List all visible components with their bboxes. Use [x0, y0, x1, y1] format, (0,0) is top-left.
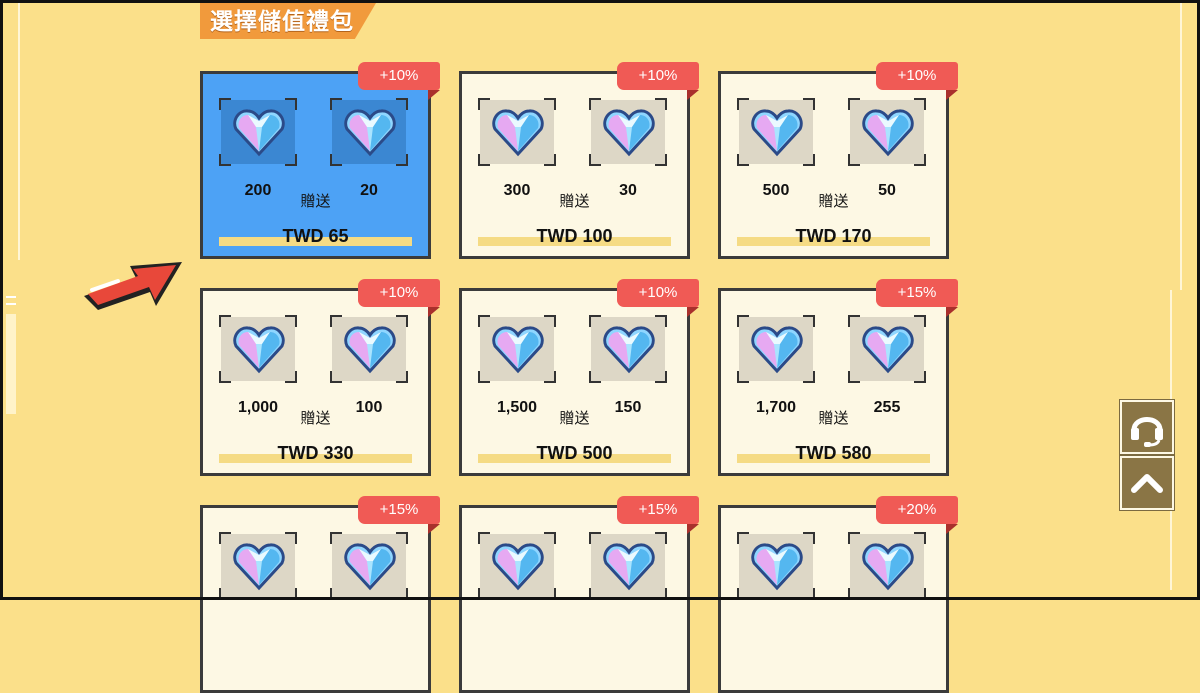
deco-left-bar — [6, 314, 16, 414]
package-card[interactable]: +20% — [718, 496, 958, 693]
gem-slot — [219, 532, 297, 600]
bonus-badge-fold — [946, 307, 958, 317]
scroll-top-button[interactable] — [1120, 456, 1174, 510]
gem-slot — [219, 98, 297, 166]
bonus-amount: 255 — [873, 399, 901, 416]
package-card[interactable]: +10% — [459, 62, 699, 259]
gem-slot — [737, 532, 815, 600]
gem-slot — [589, 315, 667, 383]
gem-slot — [737, 315, 815, 383]
bonus-badge-fold — [428, 90, 440, 100]
bonus-badge: +20% — [876, 496, 958, 524]
gem-slot — [330, 315, 408, 383]
gem-slot — [478, 98, 556, 166]
price-label: TWD 100 — [536, 226, 613, 246]
gem-slot — [589, 532, 667, 600]
bonus-badge-fold — [946, 90, 958, 100]
bonus-amount: 150 — [614, 399, 642, 416]
price-label: TWD 500 — [536, 443, 613, 463]
package-card[interactable]: +10% — [459, 279, 699, 476]
bonus-badge-fold — [687, 90, 699, 100]
gem-slot — [219, 315, 297, 383]
bonus-badge: +15% — [617, 496, 699, 524]
bonus-badge: +15% — [358, 496, 440, 524]
bonus-badge: +15% — [876, 279, 958, 307]
bonus-badge-fold — [428, 307, 440, 317]
bonus-badge-fold — [946, 524, 958, 534]
bonus-amount: 100 — [355, 399, 383, 416]
bonus-badge: +10% — [876, 62, 958, 90]
bonus-amount: 30 — [619, 182, 637, 199]
package-card[interactable]: +15% — [459, 496, 699, 693]
customer-service-button[interactable] — [1120, 400, 1174, 454]
package-card[interactable]: +15% — [200, 496, 440, 693]
deco-line-left — [18, 0, 20, 260]
price-label: TWD 170 — [795, 226, 872, 246]
gem-slot — [737, 98, 815, 166]
deco-line-right — [1180, 0, 1182, 290]
package-card[interactable]: +10% — [200, 62, 440, 259]
headset-icon — [1131, 417, 1163, 447]
bonus-badge-fold — [687, 307, 699, 317]
bonus-amount: 50 — [878, 182, 896, 199]
gem-slot — [478, 532, 556, 600]
price-label: TWD 330 — [277, 443, 354, 463]
gem-slot — [330, 98, 408, 166]
deco-tick — [6, 296, 16, 298]
gem-slot — [478, 315, 556, 383]
price-label: TWD 580 — [795, 443, 872, 463]
gem-slot — [589, 98, 667, 166]
package-card[interactable]: +10% — [200, 279, 440, 476]
gem-slot — [330, 532, 408, 600]
package-card[interactable]: +10% — [718, 62, 958, 259]
price-label: TWD 65 — [282, 226, 349, 246]
bonus-badge-fold — [687, 524, 699, 534]
section-title: 選擇儲值禮包 — [200, 3, 376, 39]
arrow-pointer-icon — [78, 240, 190, 319]
bonus-badge: +10% — [617, 62, 699, 90]
bonus-badge: +10% — [358, 62, 440, 90]
bonus-amount: 20 — [360, 182, 378, 199]
package-card[interactable]: +15% — [718, 279, 958, 476]
deco-tick — [6, 303, 16, 305]
gem-slot — [848, 98, 926, 166]
chevron-up-icon — [1131, 474, 1163, 493]
bonus-badge: +10% — [617, 279, 699, 307]
gem-slot — [848, 315, 926, 383]
bonus-badge-fold — [428, 524, 440, 534]
gem-slot — [848, 532, 926, 600]
bonus-badge: +10% — [358, 279, 440, 307]
